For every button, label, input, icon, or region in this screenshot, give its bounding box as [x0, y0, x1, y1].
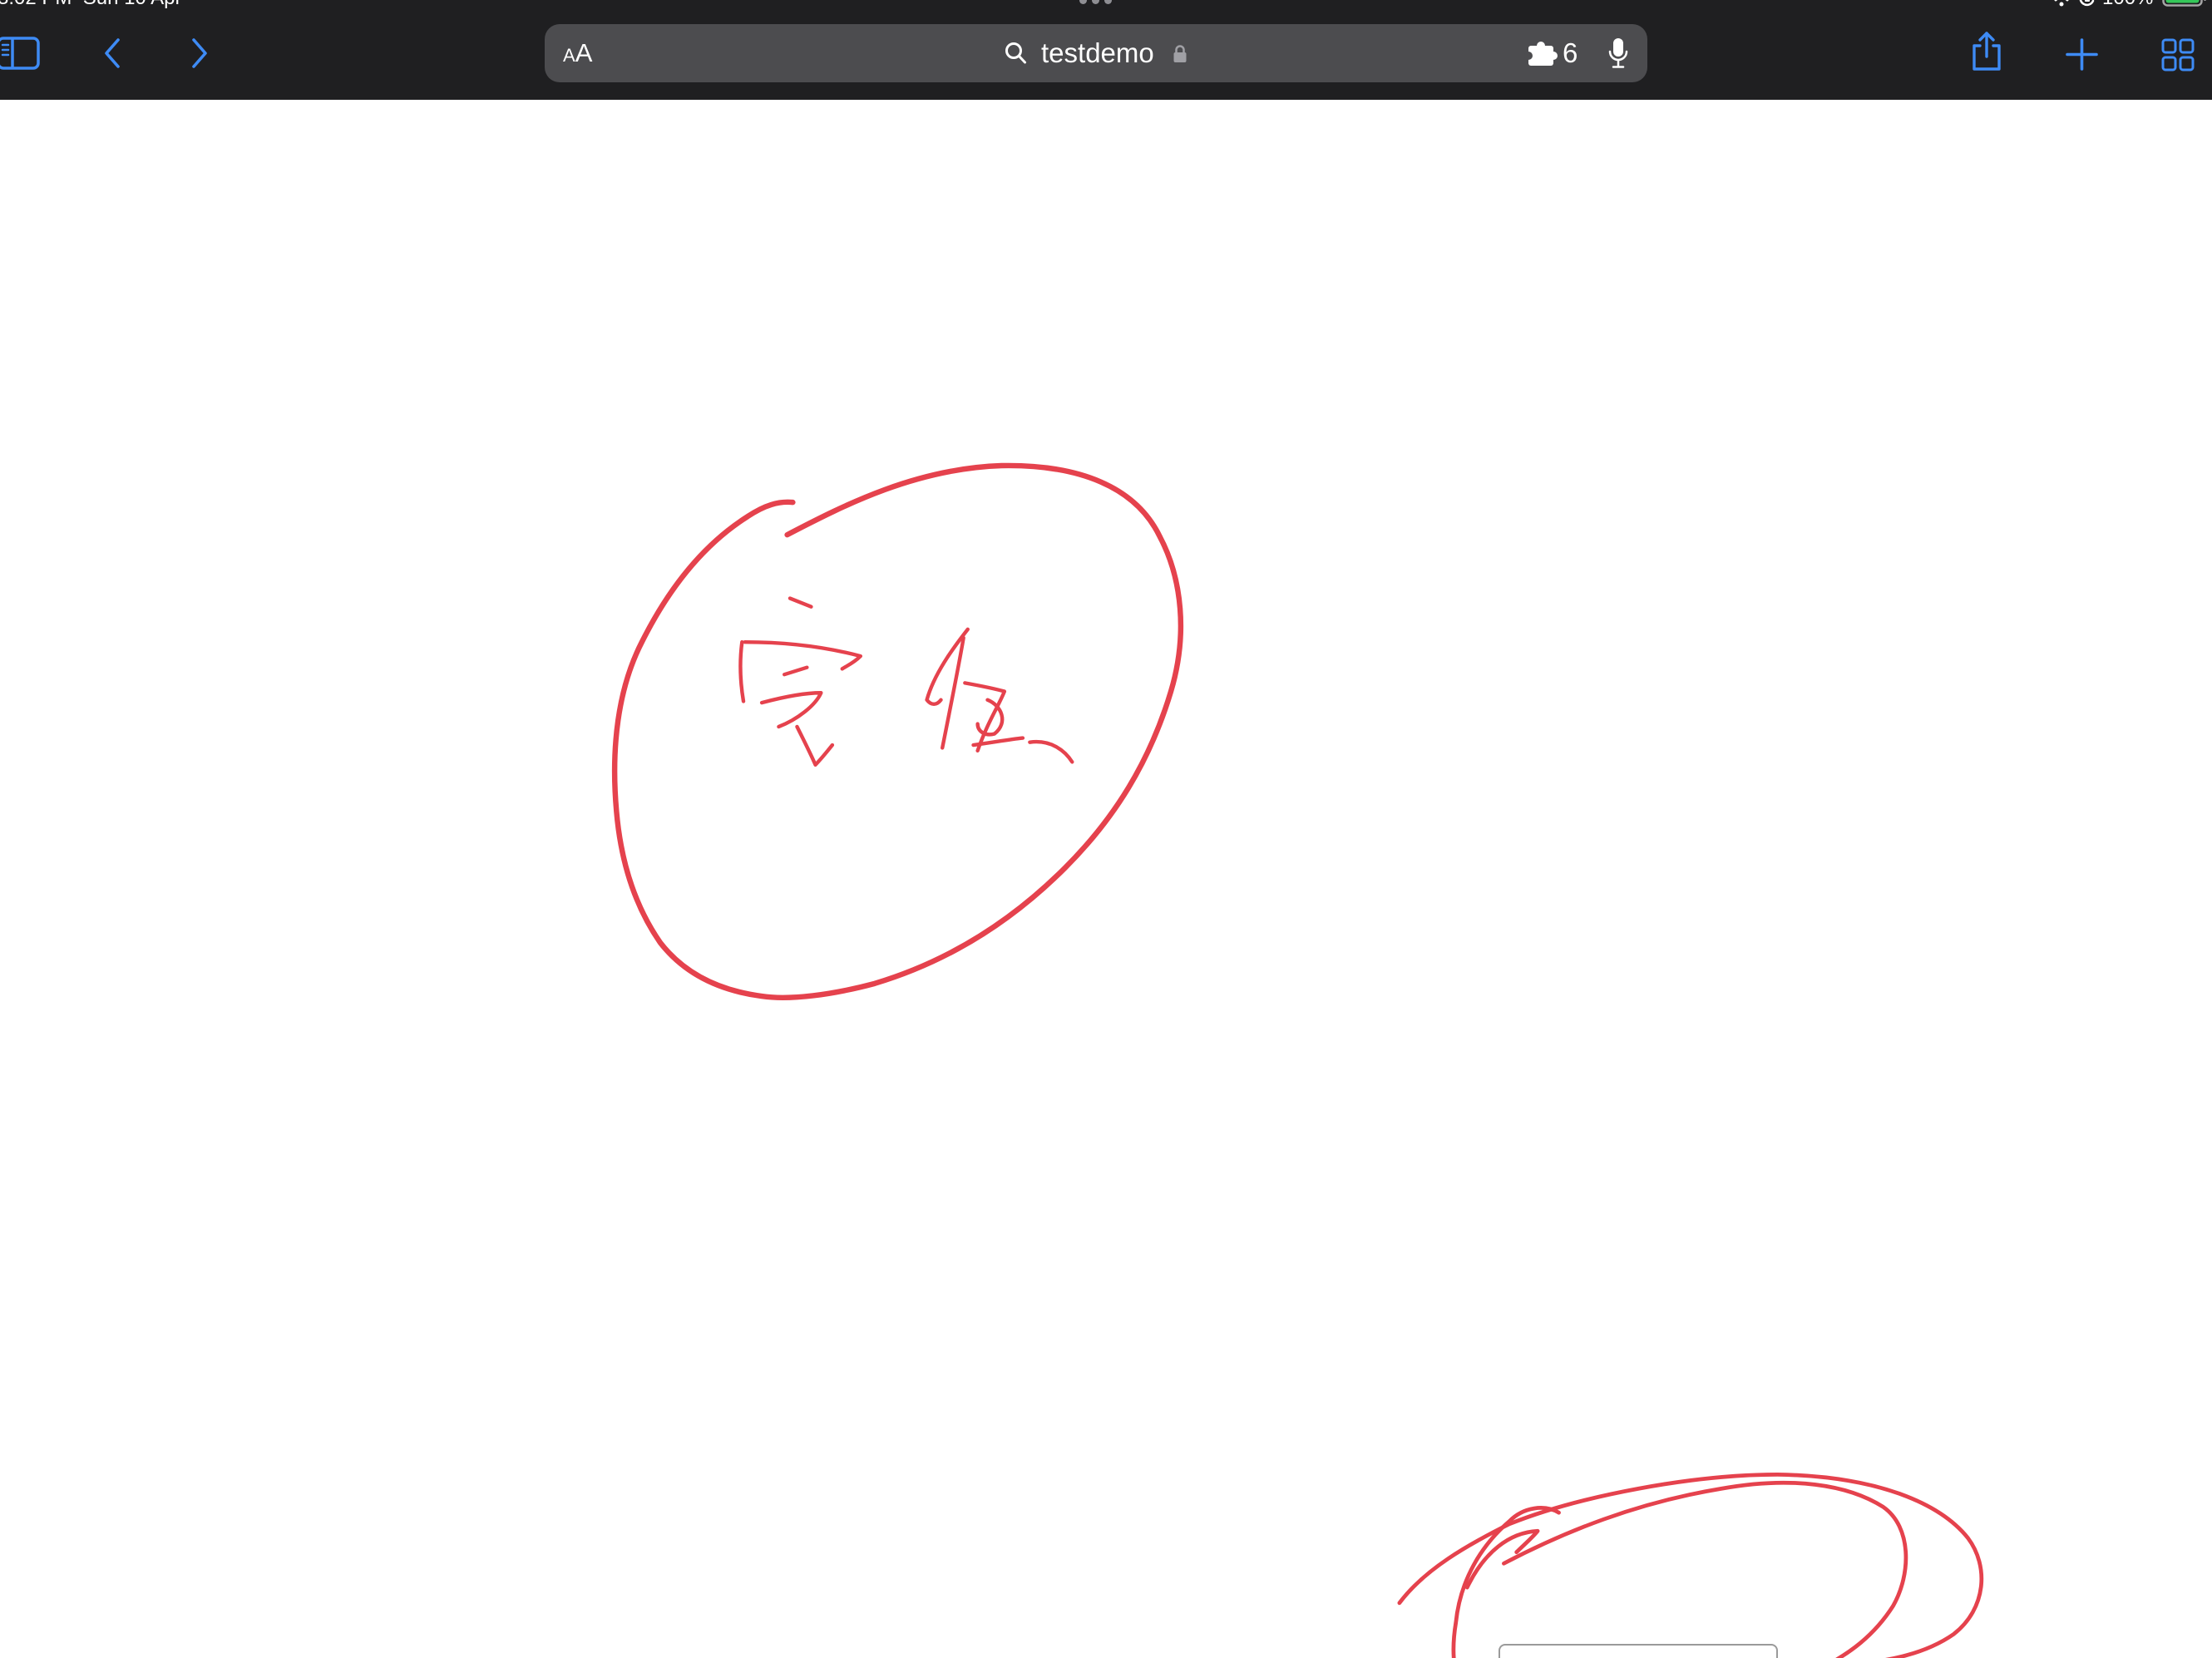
- search-icon: [1005, 42, 1027, 65]
- rotation-lock-icon: [2079, 0, 2096, 7]
- text-size-button[interactable]: AA: [563, 24, 592, 82]
- microphone-icon[interactable]: [1608, 37, 1628, 69]
- extensions-count[interactable]: 6: [1563, 24, 1578, 82]
- bottom-control-partial[interactable]: [1499, 1644, 1778, 1658]
- plus-icon[interactable]: [2066, 38, 2098, 71]
- puzzle-icon[interactable]: [1524, 39, 1558, 67]
- sidebar-icon[interactable]: [0, 37, 40, 70]
- web-content[interactable]: [0, 100, 2212, 1658]
- browser-toolbar: 3:02 PM Sun 10 Apr 100%: [0, 0, 2212, 100]
- chevron-left-icon[interactable]: [103, 37, 121, 69]
- status-time-date: 3:02 PM Sun 10 Apr: [0, 0, 181, 8]
- battery-icon: [2162, 0, 2207, 7]
- chevron-right-icon[interactable]: [190, 37, 209, 69]
- lock-icon: [1173, 44, 1187, 63]
- tab-grid-icon[interactable]: [2161, 38, 2195, 72]
- address-text[interactable]: testdemo: [1041, 24, 1154, 82]
- battery-percentage: 100%: [2102, 0, 2153, 8]
- wifi-icon: [2051, 0, 2072, 7]
- multitasking-dots-icon[interactable]: [1079, 0, 1112, 4]
- address-bar[interactable]: AA testdemo 6: [545, 24, 1647, 82]
- share-icon[interactable]: [1969, 30, 2004, 72]
